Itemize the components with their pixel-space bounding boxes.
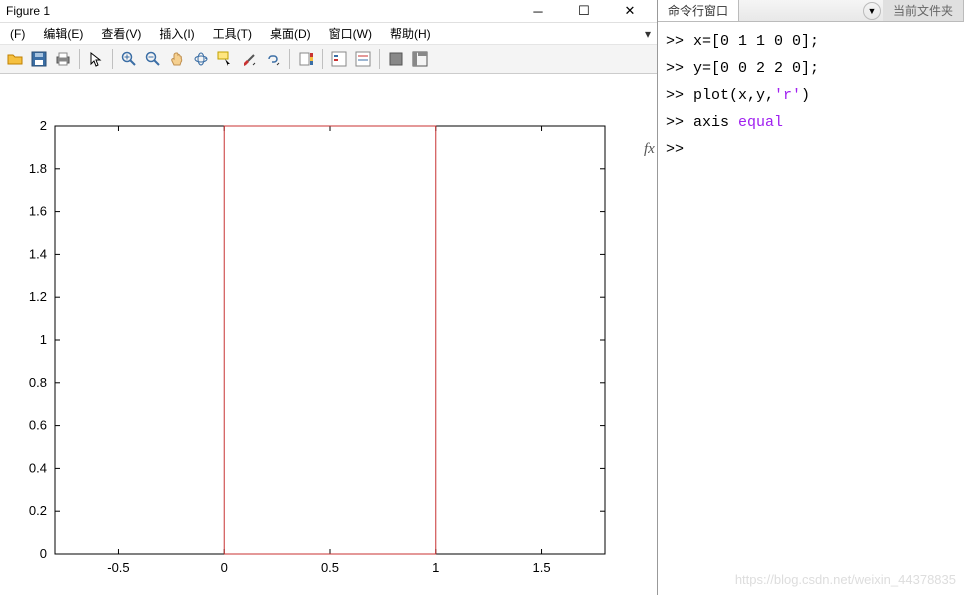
svg-text:1.5: 1.5 — [532, 560, 550, 575]
titlebar: Figure 1 ─ ☐ ✕ — [0, 0, 657, 23]
tab-command-window[interactable]: 命令行窗口 — [658, 0, 739, 21]
data-cursor-icon[interactable] — [214, 48, 236, 70]
menu-desktop[interactable]: 桌面(D) — [264, 23, 317, 44]
toolbar — [0, 45, 657, 74]
svg-text:1.8: 1.8 — [29, 161, 47, 176]
menu-help[interactable]: 帮助(H) — [384, 23, 437, 44]
toolbar-separator — [79, 49, 80, 69]
fx-icon[interactable]: fx — [644, 136, 655, 163]
minimize-button[interactable]: ─ — [515, 0, 561, 22]
zoom-out-icon[interactable] — [142, 48, 164, 70]
svg-text:1.4: 1.4 — [29, 246, 47, 261]
svg-text:1: 1 — [40, 332, 47, 347]
svg-text:0.8: 0.8 — [29, 375, 47, 390]
command-window[interactable]: >> x=[0 1 1 0 0]; >> y=[0 0 2 2 0]; >> p… — [658, 22, 964, 595]
toolbar-separator — [322, 49, 323, 69]
save-icon[interactable] — [28, 48, 50, 70]
toolbar-separator — [112, 49, 113, 69]
menu-window[interactable]: 窗口(W) — [323, 23, 378, 44]
command-line: >> axis equal — [666, 109, 956, 136]
brush-icon[interactable] — [238, 48, 260, 70]
menu-view[interactable]: 查看(V) — [95, 23, 147, 44]
svg-text:0.4: 0.4 — [29, 460, 47, 475]
colorbar-icon[interactable] — [295, 48, 317, 70]
menu-edit[interactable]: 编辑(E) — [37, 23, 89, 44]
pointer-icon[interactable] — [85, 48, 107, 70]
command-prompt-current[interactable]: fx>> — [666, 136, 956, 163]
menubar-chevron-icon[interactable]: ▾ — [645, 27, 651, 41]
menu-file[interactable]: (F) — [4, 25, 31, 43]
chart: 0 0.2 0.4 0.6 0.8 1 1.2 1.4 1.6 1.8 2 -0.5 0 0.5 1 1.5 — [0, 74, 658, 592]
insert-legend-icon[interactable] — [352, 48, 374, 70]
svg-text:0.2: 0.2 — [29, 503, 47, 518]
right-panel-header: 命令行窗口 ▼ 当前文件夹 — [658, 0, 964, 22]
svg-text:2: 2 — [40, 118, 47, 133]
svg-text:1.2: 1.2 — [29, 289, 47, 304]
plot-area: 0 0.2 0.4 0.6 0.8 1 1.2 1.4 1.6 1.8 2 -0.5 0 0.5 1 1.5 — [0, 74, 657, 595]
show-plot-tools-icon[interactable] — [409, 48, 431, 70]
window-controls: ─ ☐ ✕ — [515, 0, 653, 22]
command-line: >> y=[0 0 2 2 0]; — [666, 55, 956, 82]
command-line: >> plot(x,y,'r') — [666, 82, 956, 109]
right-panel: 命令行窗口 ▼ 当前文件夹 >> x=[0 1 1 0 0]; >> y=[0 … — [658, 0, 964, 595]
watermark: https://blog.csdn.net/weixin_44378835 — [735, 568, 956, 591]
svg-text:0.5: 0.5 — [321, 560, 339, 575]
menubar: (F) 编辑(E) 查看(V) 插入(I) 工具(T) 桌面(D) 窗口(W) … — [0, 23, 657, 45]
hide-plot-tools-icon[interactable] — [385, 48, 407, 70]
toolbar-separator — [289, 49, 290, 69]
toolbar-separator — [379, 49, 380, 69]
rotate3d-icon[interactable] — [190, 48, 212, 70]
svg-text:-0.5: -0.5 — [107, 560, 129, 575]
close-button[interactable]: ✕ — [607, 0, 653, 22]
legend-icon[interactable] — [328, 48, 350, 70]
command-line: >> x=[0 1 1 0 0]; — [666, 28, 956, 55]
panel-dropdown-icon[interactable]: ▼ — [863, 2, 881, 20]
open-icon[interactable] — [4, 48, 26, 70]
pan-icon[interactable] — [166, 48, 188, 70]
menu-insert[interactable]: 插入(I) — [153, 23, 200, 44]
window-title: Figure 1 — [4, 4, 515, 18]
svg-text:0: 0 — [221, 560, 228, 575]
menu-tools[interactable]: 工具(T) — [207, 23, 258, 44]
maximize-button[interactable]: ☐ — [561, 0, 607, 22]
svg-text:1.6: 1.6 — [29, 204, 47, 219]
link-icon[interactable] — [262, 48, 284, 70]
svg-text:0.6: 0.6 — [29, 418, 47, 433]
svg-text:1: 1 — [432, 560, 439, 575]
zoom-in-icon[interactable] — [118, 48, 140, 70]
svg-text:0: 0 — [40, 546, 47, 561]
figure-window: Figure 1 ─ ☐ ✕ (F) 编辑(E) 查看(V) 插入(I) 工具(… — [0, 0, 658, 595]
print-icon[interactable] — [52, 48, 74, 70]
tab-current-folder[interactable]: 当前文件夹 — [883, 0, 964, 21]
